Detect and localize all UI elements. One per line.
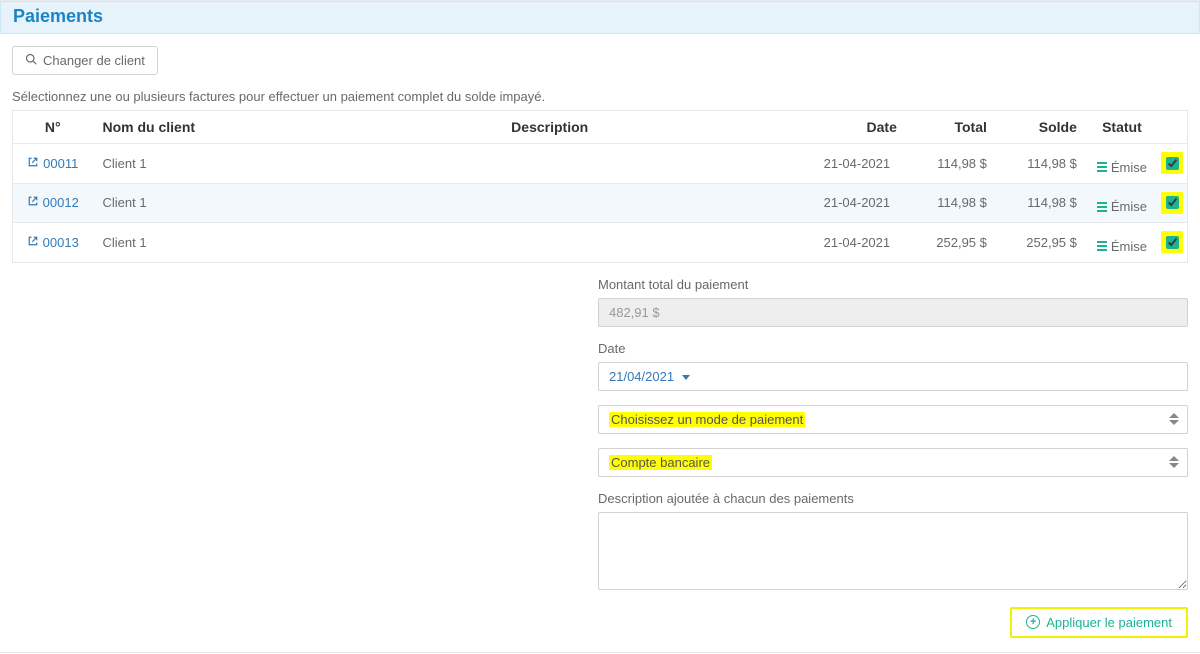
table-row[interactable]: 00012Client 121-04-2021114,98 $114,98 $É… <box>13 183 1188 223</box>
description-textarea[interactable] <box>598 512 1188 590</box>
col-client: Nom du client <box>93 111 293 144</box>
cell-total: 252,95 $ <box>907 223 997 263</box>
page-title: Paiements <box>13 6 1187 27</box>
invoice-number-link[interactable]: 00011 <box>43 156 78 171</box>
col-number: N° <box>13 111 93 144</box>
change-client-button[interactable]: Changer de client <box>12 46 158 75</box>
cell-description <box>293 223 807 263</box>
cell-date: 21-04-2021 <box>807 183 907 223</box>
cell-client: Client 1 <box>93 183 293 223</box>
date-picker-value: 21/04/2021 <box>609 369 674 384</box>
row-select-checkbox[interactable] <box>1166 196 1179 209</box>
cell-balance: 114,98 $ <box>997 144 1087 184</box>
cell-date: 21-04-2021 <box>807 144 907 184</box>
cell-total: 114,98 $ <box>907 183 997 223</box>
bank-account-placeholder: Compte bancaire <box>609 455 712 470</box>
date-picker[interactable]: 21/04/2021 <box>598 362 1188 391</box>
instructions-text: Sélectionnez une ou plusieurs factures p… <box>12 89 1188 104</box>
col-status: Statut <box>1087 111 1157 144</box>
status-bars-icon <box>1097 241 1107 251</box>
payment-method-placeholder: Choisissez un mode de paiement <box>609 412 805 427</box>
row-select-checkbox[interactable] <box>1166 157 1179 170</box>
invoice-number-link[interactable]: 00013 <box>43 235 79 250</box>
col-balance: Solde <box>997 111 1087 144</box>
invoice-number-link[interactable]: 00012 <box>43 195 79 210</box>
cell-balance: 114,98 $ <box>997 183 1087 223</box>
chevron-down-icon <box>682 375 690 380</box>
table-header-row: N° Nom du client Description Date Total … <box>13 111 1188 144</box>
cell-client: Client 1 <box>93 144 293 184</box>
status-badge: Émise <box>1097 199 1147 214</box>
status-text: Émise <box>1111 199 1147 214</box>
row-select-highlight <box>1161 152 1183 174</box>
row-select-highlight <box>1161 231 1183 253</box>
apply-payment-label: Appliquer le paiement <box>1046 615 1172 630</box>
payment-form: Montant total du paiement Date 21/04/202… <box>598 277 1188 638</box>
cell-client: Client 1 <box>93 223 293 263</box>
invoices-table: N° Nom du client Description Date Total … <box>12 110 1188 263</box>
status-badge: Émise <box>1097 160 1147 175</box>
description-label: Description ajoutée à chacun des paiemen… <box>598 491 1188 506</box>
cell-total: 114,98 $ <box>907 144 997 184</box>
col-select <box>1157 111 1188 144</box>
external-link-icon[interactable] <box>27 195 39 207</box>
cell-description <box>293 144 807 184</box>
search-icon <box>25 53 37 68</box>
table-row[interactable]: 00011Client 121-04-2021114,98 $114,98 $É… <box>13 144 1188 184</box>
payments-page: Paiements Changer de client Sélectionnez… <box>0 0 1200 602</box>
table-row[interactable]: 00013Client 121-04-2021252,95 $252,95 $É… <box>13 223 1188 263</box>
bank-account-select[interactable]: Compte bancaire <box>598 448 1188 477</box>
bottom-separator <box>0 652 1200 654</box>
sort-icon <box>1169 413 1179 425</box>
cell-description <box>293 183 807 223</box>
col-description: Description <box>293 111 807 144</box>
sort-icon <box>1169 456 1179 468</box>
change-client-label: Changer de client <box>43 53 145 68</box>
external-link-icon[interactable] <box>27 235 39 247</box>
row-select-checkbox[interactable] <box>1166 236 1179 249</box>
status-badge: Émise <box>1097 239 1147 254</box>
external-link-icon[interactable] <box>27 156 39 168</box>
plus-circle-icon: + <box>1026 615 1040 629</box>
status-bars-icon <box>1097 202 1107 212</box>
total-amount-input <box>598 298 1188 327</box>
payment-method-select[interactable]: Choisissez un mode de paiement <box>598 405 1188 434</box>
page-header: Paiements <box>0 1 1200 34</box>
col-total: Total <box>907 111 997 144</box>
cell-date: 21-04-2021 <box>807 223 907 263</box>
date-label: Date <box>598 341 1188 356</box>
apply-payment-button[interactable]: + Appliquer le paiement <box>1010 607 1188 638</box>
row-select-highlight <box>1161 192 1183 214</box>
status-text: Émise <box>1111 160 1147 175</box>
col-date: Date <box>807 111 907 144</box>
page-body: Changer de client Sélectionnez une ou pl… <box>0 34 1200 650</box>
cell-balance: 252,95 $ <box>997 223 1087 263</box>
total-amount-label: Montant total du paiement <box>598 277 1188 292</box>
status-text: Émise <box>1111 239 1147 254</box>
status-bars-icon <box>1097 162 1107 172</box>
